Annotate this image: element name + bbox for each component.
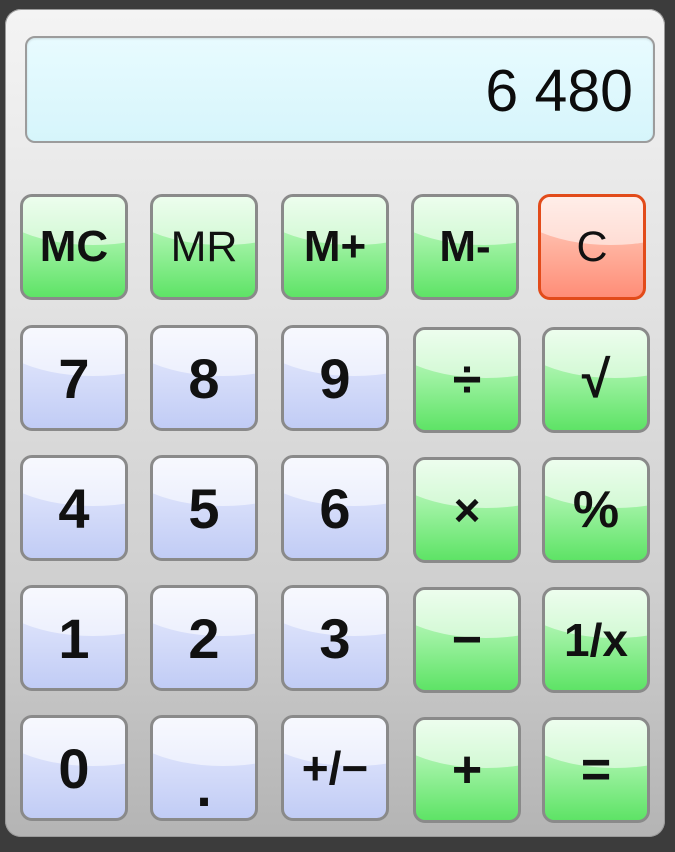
plus-label: + xyxy=(451,741,483,799)
calculator-body: 6 480 MC MR M+ M- C 7 8 9 ÷ √ 4 5 6 × % … xyxy=(5,9,665,837)
digit-1-label: 1 xyxy=(58,606,90,670)
digit-7-label: 7 xyxy=(58,346,90,410)
digit-5-label: 5 xyxy=(188,476,220,540)
digit-8-button[interactable]: 8 xyxy=(150,325,258,431)
memory-recall-label: MR xyxy=(170,222,238,271)
digit-0-label: 0 xyxy=(58,736,90,800)
reciprocal-label: 1/x xyxy=(564,614,628,666)
divide-label: ÷ xyxy=(452,351,482,409)
digit-6-button[interactable]: 6 xyxy=(281,455,389,561)
square-root-button[interactable]: √ xyxy=(542,327,650,433)
square-root-label: √ xyxy=(581,351,611,409)
percent-label: % xyxy=(572,481,620,539)
digit-2-label: 2 xyxy=(188,606,220,670)
memory-subtract-label: M- xyxy=(439,222,491,271)
memory-add-label: M+ xyxy=(303,222,367,271)
digit-4-button[interactable]: 4 xyxy=(20,455,128,561)
multiply-label: × xyxy=(453,484,481,536)
digit-9-button[interactable]: 9 xyxy=(281,325,389,431)
minus-label: − xyxy=(451,611,483,669)
digit-9-label: 9 xyxy=(319,346,351,410)
memory-add-button[interactable]: M+ xyxy=(281,194,389,300)
sign-toggle-label: +/− xyxy=(301,742,369,794)
digit-2-button[interactable]: 2 xyxy=(150,585,258,691)
clear-button[interactable]: C xyxy=(538,194,646,300)
equals-button[interactable]: = xyxy=(542,717,650,823)
display-value: 6 480 xyxy=(485,58,633,124)
digit-6-label: 6 xyxy=(319,476,351,540)
digit-8-label: 8 xyxy=(188,346,220,410)
digit-7-button[interactable]: 7 xyxy=(20,325,128,431)
memory-clear-label: MC xyxy=(39,222,109,271)
memory-clear-button[interactable]: MC xyxy=(20,194,128,300)
digit-0-button[interactable]: 0 xyxy=(20,715,128,821)
memory-subtract-button[interactable]: M- xyxy=(411,194,519,300)
digit-5-button[interactable]: 5 xyxy=(150,455,258,561)
equals-label: = xyxy=(580,741,612,799)
clear-label: C xyxy=(576,222,608,271)
reciprocal-button[interactable]: 1/x xyxy=(542,587,650,693)
digit-3-label: 3 xyxy=(319,606,351,670)
multiply-button[interactable]: × xyxy=(413,457,521,563)
divide-button[interactable]: ÷ xyxy=(413,327,521,433)
percent-button[interactable]: % xyxy=(542,457,650,563)
display-screen: 6 480 xyxy=(25,36,655,143)
minus-button[interactable]: − xyxy=(413,587,521,693)
sign-toggle-button[interactable]: +/− xyxy=(281,715,389,821)
digit-3-button[interactable]: 3 xyxy=(281,585,389,691)
memory-recall-button[interactable]: MR xyxy=(150,194,258,300)
digit-1-button[interactable]: 1 xyxy=(20,585,128,691)
decimal-point-button[interactable]: . xyxy=(150,715,258,821)
plus-button[interactable]: + xyxy=(413,717,521,823)
decimal-point-label: . xyxy=(196,754,212,818)
digit-4-label: 4 xyxy=(58,476,90,540)
